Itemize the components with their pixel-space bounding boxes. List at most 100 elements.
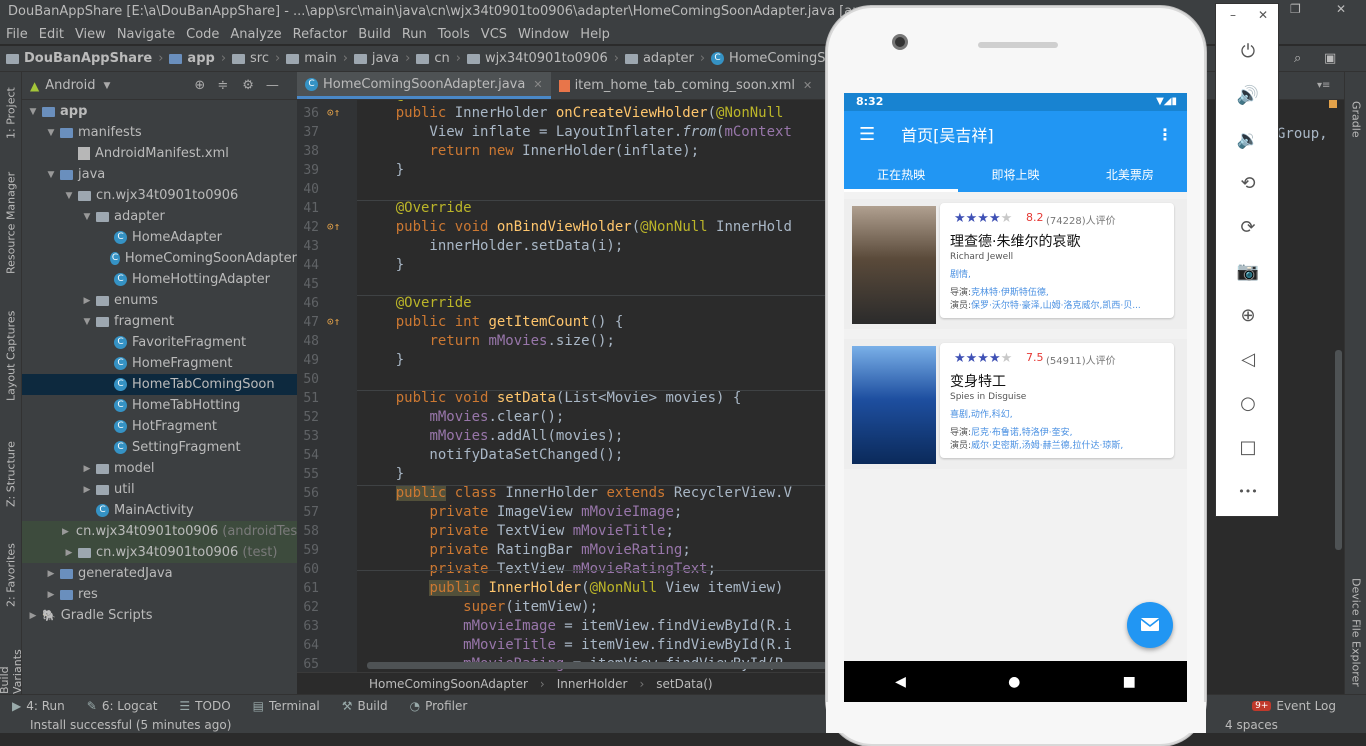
- tree-item[interactable]: C SettingFragment: [22, 437, 297, 458]
- volume-down-icon[interactable]: 🔉: [1234, 125, 1262, 153]
- tool-button-terminal[interactable]: ▤ Terminal: [253, 699, 320, 713]
- override-marker-icon[interactable]: ⊙↑: [327, 220, 340, 233]
- back-icon[interactable]: ◁: [1234, 345, 1262, 373]
- menu-item-window[interactable]: Window: [512, 27, 574, 42]
- tab-device-file-explorer[interactable]: Device File Explorer: [1345, 572, 1366, 692]
- movie-item[interactable]: ★★★★★ 8.2 (74228)人评价 理查德·朱维尔的哀歌 Richard Jewe…: [844, 199, 1187, 329]
- tree-item[interactable]: ▶ model: [22, 458, 297, 479]
- tool-tab-2-favorites[interactable]: 2: Favorites: [0, 530, 22, 620]
- more-icon[interactable]: •••: [1234, 477, 1262, 505]
- breadcrumb-item[interactable]: java ›: [353, 51, 410, 66]
- rotate-right-icon[interactable]: ⟳: [1234, 213, 1262, 241]
- override-marker-icon[interactable]: ⊙↑: [327, 106, 340, 119]
- menu-item-run[interactable]: Run: [396, 27, 432, 42]
- breadcrumb-item[interactable]: adapter ›: [624, 51, 705, 66]
- tree-item[interactable]: ▶ util: [22, 479, 297, 500]
- target-icon[interactable]: ⊕: [194, 78, 205, 93]
- tree-item[interactable]: ▼ java: [22, 164, 297, 185]
- nav-home-icon[interactable]: ●: [1008, 674, 1020, 690]
- nav-recents-icon[interactable]: ■: [1123, 674, 1136, 690]
- window-close-icon[interactable]: ✕: [1336, 2, 1346, 16]
- chevron-down-icon[interactable]: ▼: [62, 191, 76, 201]
- camera-icon[interactable]: 📷: [1234, 257, 1262, 285]
- tree-item[interactable]: C HomeAdapter: [22, 227, 297, 248]
- tool-button-4-run[interactable]: ▶ 4: Run: [12, 699, 65, 713]
- mail-fab-button[interactable]: [1127, 602, 1173, 648]
- restore-icon[interactable]: ❐: [1290, 2, 1301, 16]
- tree-item[interactable]: ▶ cn.wjx34t0901to0906 (test): [22, 542, 297, 563]
- tree-item[interactable]: ▶ generatedJava: [22, 563, 297, 584]
- tree-item[interactable]: ▶ enums: [22, 290, 297, 311]
- close-icon[interactable]: ✕: [1258, 8, 1268, 22]
- movie-list[interactable]: ★★★★★ 8.2 (74228)人评价 理查德·朱维尔的哀歌 Richard Jewe…: [844, 197, 1187, 469]
- overview-icon[interactable]: □: [1234, 433, 1262, 461]
- chevron-down-icon[interactable]: ▼: [104, 81, 111, 91]
- menu-item-view[interactable]: View: [69, 27, 111, 42]
- editor-tab[interactable]: C HomeComingSoonAdapter.java ✕: [297, 72, 551, 99]
- editor-breadcrumb-item[interactable]: setData(): [656, 677, 712, 691]
- tab-gradle[interactable]: Gradle: [1345, 94, 1366, 144]
- editor-scrollbar[interactable]: [1335, 350, 1342, 550]
- tree-item[interactable]: ▼ fragment: [22, 311, 297, 332]
- chevron-right-icon[interactable]: ▶: [44, 590, 58, 600]
- tool-button-6-logcat[interactable]: ✎ 6: Logcat: [87, 699, 158, 713]
- code-area[interactable]: @Override public InnerHolder onCreateVie…: [357, 100, 827, 672]
- event-log-button[interactable]: 9+ Event Log: [1252, 699, 1336, 713]
- hide-icon[interactable]: —: [266, 78, 279, 93]
- breadcrumb-item[interactable]: DouBanAppShare ›: [6, 51, 163, 66]
- close-tab-icon[interactable]: ✕: [533, 78, 542, 91]
- chevron-right-icon[interactable]: ▶: [80, 464, 94, 474]
- editor-breadcrumb-item[interactable]: HomeComingSoonAdapter: [369, 677, 528, 691]
- horizontal-scrollbar[interactable]: [367, 662, 827, 669]
- tool-tab-1-project[interactable]: 1: Project: [0, 78, 22, 148]
- nav-back-icon[interactable]: ◀: [895, 674, 906, 690]
- tree-item[interactable]: ▶ res: [22, 584, 297, 605]
- home-icon[interactable]: ○: [1234, 389, 1262, 417]
- tool-button-todo[interactable]: ☰ TODO: [179, 699, 230, 713]
- editor-breadcrumb-item[interactable]: InnerHolder: [557, 677, 628, 691]
- tree-item[interactable]: ▶ 🐘 Gradle Scripts: [22, 605, 297, 626]
- zoom-icon[interactable]: ⊕: [1234, 301, 1262, 329]
- chevron-down-icon[interactable]: ▼: [80, 212, 94, 222]
- tool-tab-resource-manager[interactable]: Resource Manager: [0, 168, 22, 278]
- tree-item[interactable]: C HomeTabHotting: [22, 395, 297, 416]
- chevron-down-icon[interactable]: ▼: [26, 107, 40, 117]
- hamburger-menu-icon[interactable]: ☰: [859, 124, 875, 145]
- minimize-icon[interactable]: –: [1230, 8, 1236, 22]
- tree-item[interactable]: ▼ manifests: [22, 122, 297, 143]
- search-icon[interactable]: ⌕: [1294, 51, 1301, 66]
- tree-item[interactable]: C HomeTabComingSoon: [22, 374, 297, 395]
- chevron-right-icon[interactable]: ▶: [44, 569, 58, 579]
- power-icon[interactable]: ⏻: [1234, 37, 1262, 65]
- tree-item[interactable]: C HomeComingSoonAdapter: [22, 248, 297, 269]
- menu-item-vcs[interactable]: VCS: [475, 27, 512, 42]
- breadcrumb-item[interactable]: main ›: [286, 51, 348, 66]
- project-view-mode[interactable]: Android: [45, 78, 95, 93]
- tree-item[interactable]: ▼ cn.wjx34t0901to0906: [22, 185, 297, 206]
- chevron-right-icon[interactable]: ▶: [62, 527, 69, 537]
- collapse-icon[interactable]: ≑: [217, 78, 228, 93]
- menu-item-analyze[interactable]: Analyze: [224, 27, 286, 42]
- volume-up-icon[interactable]: 🔊: [1234, 81, 1262, 109]
- menu-item-refactor[interactable]: Refactor: [287, 27, 353, 42]
- movie-tab[interactable]: 北美票房: [1073, 157, 1187, 192]
- tree-item[interactable]: C FavoriteFragment: [22, 332, 297, 353]
- tool-button-profiler[interactable]: ◔ Profiler: [410, 699, 468, 713]
- chevron-down-icon[interactable]: ▼: [80, 317, 94, 327]
- tree-item[interactable]: ▼ app: [22, 101, 297, 122]
- breadcrumb-item[interactable]: app ›: [169, 51, 226, 66]
- chevron-down-icon[interactable]: ▼: [44, 128, 58, 138]
- menu-item-build[interactable]: Build: [352, 27, 396, 42]
- tool-tab-z-structure[interactable]: Z: Structure: [0, 434, 22, 514]
- indent-setting[interactable]: 4 spaces: [1225, 718, 1278, 732]
- menu-item-help[interactable]: Help: [574, 27, 615, 42]
- rotate-left-icon[interactable]: ⟲: [1234, 169, 1262, 197]
- tool-tab-layout-captures[interactable]: Layout Captures: [0, 306, 22, 406]
- editor-tab[interactable]: item_home_tab_coming_soon.xml ✕: [551, 72, 821, 99]
- override-marker-icon[interactable]: ⊙↑: [327, 315, 340, 328]
- chevron-down-icon[interactable]: ▼: [44, 170, 58, 180]
- movie-tab[interactable]: 即将上映: [958, 157, 1072, 192]
- chevron-right-icon[interactable]: ▶: [80, 485, 94, 495]
- toolbar-button-icon[interactable]: ▣: [1324, 51, 1336, 66]
- menu-item-navigate[interactable]: Navigate: [111, 27, 180, 42]
